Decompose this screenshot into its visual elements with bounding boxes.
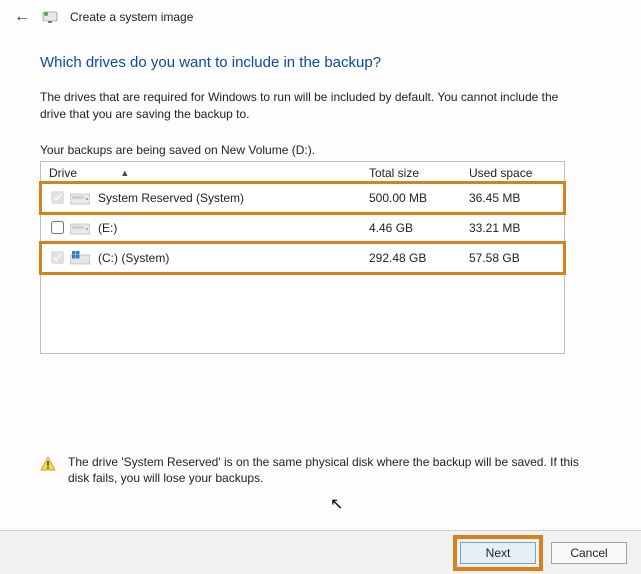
warning-icon [40, 456, 56, 472]
table-row: System Reserved (System) 500.00 MB36.45 M… [41, 183, 564, 213]
drive-icon [70, 221, 90, 235]
drive-icon [70, 191, 90, 205]
table-header[interactable]: Drive ▲ Total size Used space [41, 162, 564, 183]
col-drive-header: Drive [49, 166, 77, 180]
total-size-cell: 4.46 GB [369, 221, 469, 235]
titlebar: ← Create a system image [0, 0, 641, 30]
table-row: (E:) 4.46 GB33.21 MB [41, 213, 564, 243]
drive-label: (E:) [98, 221, 117, 235]
app-icon [42, 9, 58, 25]
drive-checkbox[interactable] [51, 221, 64, 234]
cursor-icon: ↖ [330, 494, 343, 514]
sort-indicator-icon: ▲ [120, 168, 129, 178]
used-space-cell: 33.21 MB [469, 221, 559, 235]
col-total-header: Total size [369, 166, 469, 180]
window-title: Create a system image [70, 10, 193, 24]
description-text: The drives that are required for Windows… [40, 89, 580, 123]
windows-drive-icon [70, 251, 90, 265]
used-space-cell: 36.45 MB [469, 191, 559, 205]
total-size-cell: 292.48 GB [369, 251, 469, 265]
drive-label: System Reserved (System) [98, 191, 244, 205]
table-empty-area [41, 273, 564, 353]
drive-label: (C:) (System) [98, 251, 169, 265]
used-space-cell: 57.58 GB [469, 251, 559, 265]
warning-text: The drive 'System Reserved' is on the sa… [68, 454, 600, 488]
page-heading: Which drives do you want to include in t… [40, 54, 601, 71]
total-size-cell: 500.00 MB [369, 191, 469, 205]
next-button-highlight: Next [453, 535, 543, 571]
warning-block: The drive 'System Reserved' is on the sa… [40, 454, 600, 488]
col-used-header: Used space [469, 166, 559, 180]
drive-checkbox [51, 251, 64, 264]
drive-checkbox [51, 191, 64, 204]
drives-table: Drive ▲ Total size Used space System Res… [40, 161, 565, 354]
next-button[interactable]: Next [460, 542, 536, 564]
footer-bar: Next Cancel [0, 530, 641, 574]
backup-destination-text: Your backups are being saved on New Volu… [40, 143, 601, 157]
cancel-button[interactable]: Cancel [551, 542, 627, 564]
back-button[interactable]: ← [14, 8, 30, 26]
table-row: (C:) (System) 292.48 GB57.58 GB [41, 243, 564, 273]
